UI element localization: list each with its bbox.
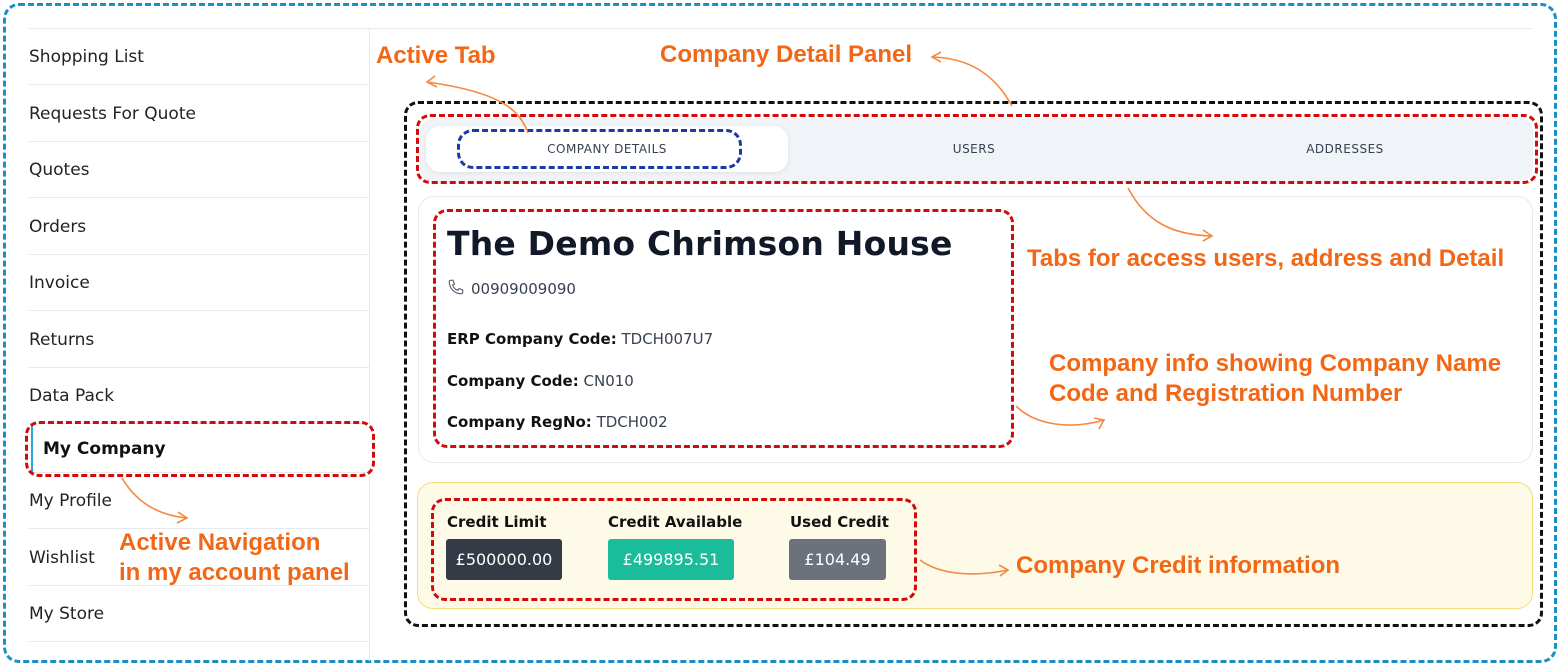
company-phone: 00909009090 <box>447 278 576 300</box>
sidebar-item-invoice[interactable]: Invoice <box>29 255 370 311</box>
sidebar-item-quotes[interactable]: Quotes <box>29 142 370 198</box>
annotation-credit: Company Credit information <box>1016 552 1341 579</box>
company-name: The Demo Chrimson House <box>447 224 953 263</box>
company-regno: Company RegNo: TDCH002 <box>447 413 668 431</box>
field-label: Company RegNo: <box>447 413 592 431</box>
erp-company-code: ERP Company Code: TDCH007U7 <box>447 330 713 348</box>
tab-addresses[interactable]: ADDRESSES <box>1160 126 1530 172</box>
tab-company-details[interactable]: COMPANY DETAILS <box>426 126 788 172</box>
sidebar-item-label: Quotes <box>29 159 90 180</box>
sidebar-item-my-store[interactable]: My Store <box>29 586 370 642</box>
field-label: Company Code: <box>447 372 579 390</box>
sidebar-item-label: Requests For Quote <box>29 103 196 124</box>
credit-available-value: £499895.51 <box>608 539 734 580</box>
phone-number: 00909009090 <box>471 280 576 298</box>
annotation-tabs: Tabs for access users, address and Detai… <box>1027 245 1505 272</box>
sidebar-item-my-company[interactable]: My Company <box>31 425 370 473</box>
annotation-company-detail-panel: Company Detail Panel <box>660 41 913 68</box>
sidebar-item-label: My Company <box>43 438 166 459</box>
sidebar-item-label: Shopping List <box>29 46 144 67</box>
company-tabs: COMPANY DETAILS USERS ADDRESSES <box>420 118 1533 182</box>
sidebar-item-label: Invoice <box>29 272 90 293</box>
used-credit-label: Used Credit <box>790 513 889 531</box>
sidebar-item-label: Wishlist <box>29 547 95 568</box>
field-value: TDCH002 <box>596 413 668 431</box>
tab-label: COMPANY DETAILS <box>547 142 667 156</box>
company-code: Company Code: CN010 <box>447 372 634 390</box>
credit-limit-label: Credit Limit <box>447 513 547 531</box>
sidebar-item-orders[interactable]: Orders <box>29 199 370 255</box>
sidebar-item-shopping-list[interactable]: Shopping List <box>29 29 370 85</box>
sidebar-item-returns[interactable]: Returns <box>29 312 370 368</box>
phone-icon <box>447 278 465 300</box>
tab-label: ADDRESSES <box>1306 142 1384 156</box>
sidebar-item-my-profile[interactable]: My Profile <box>29 473 370 529</box>
sidebar-item-label: My Profile <box>29 490 112 511</box>
annotation-active-nav-1: Active Navigation <box>119 529 321 556</box>
annotation-company-info-1: Company info showing Company Name <box>1049 350 1502 377</box>
credit-limit-value: £500000.00 <box>446 539 562 580</box>
annotation-active-nav-2: in my account panel <box>119 559 350 586</box>
sidebar-item-label: Orders <box>29 216 87 237</box>
annotation-active-tab: Active Tab <box>376 42 496 69</box>
field-value: TDCH007U7 <box>621 330 714 348</box>
used-credit-value: £104.49 <box>789 539 886 580</box>
sidebar-item-requests-for-quote[interactable]: Requests For Quote <box>29 86 370 142</box>
sidebar-item-label: Data Pack <box>29 385 115 406</box>
field-label: ERP Company Code: <box>447 330 617 348</box>
credit-available-label: Credit Available <box>608 513 743 531</box>
sidebar-item-data-pack[interactable]: Data Pack <box>29 368 370 424</box>
tab-users[interactable]: USERS <box>788 126 1160 172</box>
credit-info-card <box>417 482 1533 609</box>
sidebar-item-label: Returns <box>29 329 95 350</box>
sidebar-item-label: My Store <box>29 603 105 624</box>
field-value: CN010 <box>583 372 634 390</box>
annotation-company-info-2: Code and Registration Number <box>1049 380 1403 407</box>
tab-label: USERS <box>952 142 996 156</box>
